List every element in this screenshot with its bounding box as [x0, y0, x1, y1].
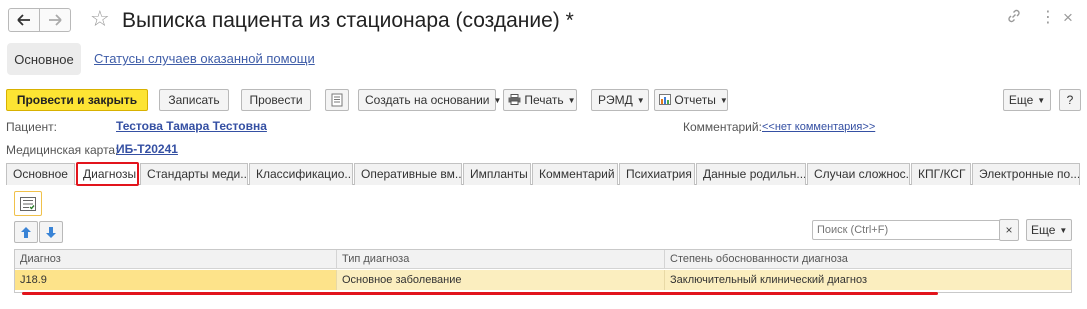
- forward-button[interactable]: [39, 8, 71, 32]
- grid-more-button[interactable]: Еще ▼: [1026, 219, 1072, 241]
- printer-icon: [508, 93, 524, 107]
- chevron-down-icon: ▼: [493, 96, 502, 105]
- checklist-icon: [20, 196, 36, 211]
- create-based-on-label: Создать на основании: [365, 93, 490, 107]
- tab-complex-cases[interactable]: Случаи сложнос...: [807, 163, 910, 185]
- create-based-on-button[interactable]: Создать на основании ▼: [358, 89, 501, 111]
- grid-more-label: Еще: [1031, 223, 1056, 237]
- arrow-down-icon: [46, 226, 56, 238]
- row-highlight-underline: [22, 292, 938, 295]
- cell-diagnosis-code[interactable]: J18.9: [15, 270, 337, 290]
- save-button[interactable]: Записать: [159, 89, 229, 111]
- remd-button[interactable]: РЭМД ▼: [591, 89, 649, 111]
- diagnoses-table: Диагноз Тип диагноза Степень обоснованно…: [14, 249, 1072, 293]
- more-button[interactable]: Еще ▼: [1003, 89, 1051, 111]
- chevron-down-icon: ▼: [1059, 226, 1068, 235]
- arrow-left-icon: [17, 14, 30, 26]
- chevron-down-icon: ▼: [567, 96, 576, 105]
- search-input[interactable]: [813, 221, 997, 239]
- subnav-status-link[interactable]: Статусы случаев оказанной помощи: [94, 51, 315, 66]
- tab-implants[interactable]: Импланты: [463, 163, 531, 185]
- arrow-right-icon: [49, 14, 62, 26]
- table-header: Диагноз Тип диагноза Степень обоснованно…: [15, 250, 1071, 269]
- tab-operations[interactable]: Оперативные вм...: [354, 163, 462, 185]
- print-label: Печать: [524, 93, 564, 107]
- comment-link[interactable]: <<нет комментария>>: [762, 121, 875, 133]
- chevron-down-icon: ▼: [636, 96, 645, 105]
- more-menu-icon[interactable]: ⋮: [1040, 8, 1056, 28]
- reports-button[interactable]: Отчеты ▼: [654, 89, 728, 111]
- chevron-down-icon: ▼: [1037, 96, 1046, 105]
- comment-label: Комментарий:: [683, 120, 762, 134]
- search-field[interactable]: [812, 220, 1018, 240]
- report-chart-icon: [659, 93, 674, 107]
- favorite-star-icon[interactable]: ☆: [90, 7, 110, 31]
- journal-button[interactable]: [325, 89, 349, 111]
- document-list-icon: [331, 93, 343, 107]
- tab-maternity-data[interactable]: Данные родильн...: [696, 163, 806, 185]
- post-and-close-button[interactable]: Провести и закрыть: [6, 89, 148, 111]
- more-label: Еще: [1008, 93, 1034, 107]
- arrow-up-icon: [21, 226, 31, 238]
- close-icon[interactable]: ×: [1063, 8, 1073, 28]
- medical-card-link[interactable]: ИБ-Т20241: [116, 142, 178, 156]
- medical-card-label: Медицинская карта:: [6, 143, 119, 157]
- page-title: Выписка пациента из стационара (создание…: [122, 9, 574, 32]
- subnav-main[interactable]: Основное: [7, 43, 81, 75]
- column-header-diagnosis[interactable]: Диагноз: [15, 250, 337, 269]
- tab-electronic[interactable]: Электронные по...: [972, 163, 1080, 185]
- move-down-button[interactable]: [39, 221, 63, 243]
- help-button[interactable]: ?: [1059, 89, 1081, 111]
- table-row[interactable]: J18.9 Основное заболевание Заключительны…: [15, 270, 1071, 290]
- patient-label: Пациент:: [6, 120, 58, 134]
- patient-name-link[interactable]: Тестова Тамара Тестовна: [116, 119, 267, 133]
- print-button[interactable]: Печать ▼: [503, 89, 577, 111]
- chevron-down-icon: ▼: [719, 96, 728, 105]
- back-button[interactable]: [8, 8, 40, 32]
- column-header-validity[interactable]: Степень обоснованности диагноза: [665, 250, 1071, 269]
- select-items-button[interactable]: [14, 191, 42, 216]
- cell-diagnosis-validity[interactable]: Заключительный клинический диагноз: [665, 270, 1071, 290]
- move-up-button[interactable]: [14, 221, 38, 243]
- column-header-type[interactable]: Тип диагноза: [337, 250, 665, 269]
- tab-main[interactable]: Основное: [6, 163, 75, 185]
- tab-kpg-ksg[interactable]: КПГ/КСГ: [911, 163, 971, 185]
- remd-label: РЭМД: [598, 93, 633, 107]
- tab-medical-standards[interactable]: Стандарты меди...: [140, 163, 248, 185]
- cell-diagnosis-type[interactable]: Основное заболевание: [337, 270, 665, 290]
- link-icon[interactable]: [1006, 8, 1022, 30]
- tab-psychiatry[interactable]: Психиатрия: [619, 163, 695, 185]
- reports-label: Отчеты: [674, 93, 716, 107]
- tab-diagnoses[interactable]: Диагнозы: [76, 163, 139, 185]
- post-button[interactable]: Провести: [241, 89, 311, 111]
- tab-classification[interactable]: Классификацио...: [249, 163, 353, 185]
- tab-comment[interactable]: Комментарий: [532, 163, 618, 185]
- clear-search-button[interactable]: ×: [999, 219, 1019, 241]
